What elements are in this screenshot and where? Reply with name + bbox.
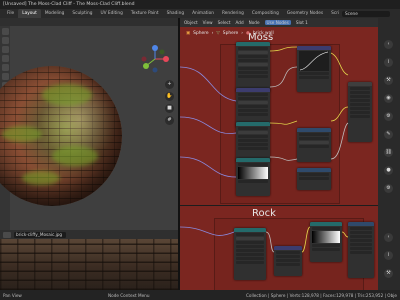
chevron-right-icon: › bbox=[241, 30, 244, 36]
scale-tool-button[interactable] bbox=[1, 64, 9, 71]
editor-type-icon[interactable] bbox=[3, 231, 11, 238]
status-bar: Pan View Node Context Menu Collection | … bbox=[0, 290, 400, 300]
menu-file[interactable]: File bbox=[3, 9, 18, 18]
breadcrumb-material[interactable]: brick wall bbox=[253, 31, 274, 36]
camera-icon[interactable]: ■ bbox=[165, 104, 174, 113]
menu-bar: File Layout Modeling Sculpting UV Editin… bbox=[0, 9, 400, 18]
status-stats: Collection | Sphere | Verts:128,978 | Fa… bbox=[245, 292, 397, 298]
zoom-icon[interactable]: + bbox=[165, 80, 174, 89]
window-title: [Unsaved] The Moss-Clad Cliff - The Moss… bbox=[3, 2, 135, 7]
bottom-sidebar-toggle-icon[interactable]: ‹ bbox=[384, 233, 393, 242]
node-select-menu[interactable]: Select bbox=[218, 20, 231, 25]
move-tool-button[interactable] bbox=[1, 46, 9, 53]
tab-modeling[interactable]: Modeling bbox=[41, 9, 69, 18]
tab-compositing[interactable]: Compositing bbox=[248, 9, 283, 18]
status-left: Pan View bbox=[3, 292, 22, 298]
frame-rock-label: Rock bbox=[252, 208, 276, 219]
options-tab-icon[interactable]: ⚙ bbox=[384, 112, 393, 121]
image-editor-canvas[interactable] bbox=[0, 239, 178, 290]
moss-patch bbox=[2, 126, 42, 142]
rotate-tool-button[interactable] bbox=[1, 55, 9, 62]
rgb-curves-node[interactable] bbox=[297, 46, 331, 92]
tab-uv-editing[interactable]: UV Editing bbox=[96, 9, 126, 18]
node-editor-header: Object View Select Add Node Use Nodes Sl… bbox=[180, 18, 378, 27]
node-object-menu[interactable]: Object bbox=[184, 20, 198, 25]
mix-node[interactable] bbox=[297, 128, 331, 162]
tool-tab-icon[interactable]: ⚒ bbox=[384, 76, 393, 85]
tab-sculpting[interactable]: Sculpting bbox=[68, 9, 96, 18]
node-editor-bottom[interactable]: Rock bbox=[180, 206, 378, 290]
transform-tool-button[interactable] bbox=[1, 73, 9, 80]
node-node-menu[interactable]: Node bbox=[249, 20, 260, 25]
settings-icon[interactable]: ⚙ bbox=[384, 184, 393, 193]
node-editor-top[interactable]: Moss bbox=[180, 18, 378, 205]
node-add-menu[interactable]: Add bbox=[236, 20, 244, 25]
chevron-right-icon: › bbox=[211, 30, 214, 36]
sidebar-toggle-icon[interactable]: ‹ bbox=[384, 40, 393, 49]
rock-mix-node[interactable] bbox=[348, 222, 374, 278]
rock-mapping-node[interactable] bbox=[274, 246, 302, 276]
item-tab-icon[interactable]: i bbox=[384, 58, 393, 67]
cursor-tool-button[interactable] bbox=[1, 37, 9, 44]
moss-patch bbox=[52, 146, 98, 166]
3d-viewport[interactable]: + ✋ ■ # bbox=[0, 18, 178, 230]
color-ramp-node[interactable] bbox=[236, 158, 270, 196]
bsdf-node[interactable] bbox=[348, 82, 372, 142]
rock-texture-node[interactable] bbox=[234, 228, 266, 280]
grid-icon[interactable]: # bbox=[165, 116, 174, 125]
hand-icon[interactable]: ✋ bbox=[165, 92, 174, 101]
tab-layout[interactable]: Layout bbox=[18, 9, 41, 18]
image-name-field[interactable]: brick-cliffy_Mosaic.jpg bbox=[14, 231, 66, 238]
title-bar: [Unsaved] The Moss-Clad Cliff - The Moss… bbox=[0, 0, 400, 9]
object-icon: ▣ bbox=[186, 30, 191, 36]
math-node[interactable] bbox=[297, 168, 331, 190]
material-slot-selector[interactable]: Slot 1 bbox=[296, 20, 308, 25]
moss-patch bbox=[22, 171, 60, 185]
node-wrangler-icon[interactable]: ✎ bbox=[384, 130, 393, 139]
bottom-item-tab-icon[interactable]: i bbox=[384, 251, 393, 260]
scene-selector[interactable]: Scene bbox=[342, 10, 390, 17]
tab-rendering[interactable]: Rendering bbox=[218, 9, 248, 18]
moss-brick-sphere bbox=[0, 66, 122, 206]
tab-texture-paint[interactable]: Texture Paint bbox=[127, 9, 163, 18]
link-icon[interactable]: ⛓ bbox=[384, 148, 393, 157]
status-middle: Node Context Menu bbox=[108, 292, 150, 298]
node-view-menu[interactable]: View bbox=[203, 20, 213, 25]
breadcrumb-object[interactable]: Sphere bbox=[193, 31, 208, 36]
material-preview-icon[interactable]: ● bbox=[384, 166, 393, 175]
tab-animation[interactable]: Animation bbox=[188, 9, 218, 18]
viewport-header bbox=[0, 18, 178, 26]
select-tool-button[interactable] bbox=[1, 28, 9, 35]
navigation-gizmo[interactable] bbox=[140, 44, 170, 74]
material-icon: ● bbox=[246, 30, 250, 36]
mesh-icon: ▽ bbox=[216, 30, 220, 36]
tab-geometry-nodes[interactable]: Geometry Nodes bbox=[283, 9, 327, 18]
moss-patch bbox=[42, 84, 92, 106]
noise-texture-node[interactable] bbox=[236, 122, 270, 162]
bottom-tool-tab-icon[interactable]: ⚒ bbox=[384, 269, 393, 278]
rock-ramp-node[interactable] bbox=[310, 222, 342, 262]
node-editor-sidebar: ‹ i ⚒ ◉ ⚙ ✎ ⛓ ● ⚙ ‹ i ⚒ bbox=[378, 18, 400, 290]
image-editor-header: brick-cliffy_Mosaic.jpg bbox=[0, 230, 178, 239]
texture-node[interactable] bbox=[236, 42, 270, 92]
breadcrumb-mesh[interactable]: Sphere bbox=[223, 31, 238, 36]
view-tab-icon[interactable]: ◉ bbox=[384, 94, 393, 103]
tab-scripting[interactable]: Scri bbox=[327, 9, 343, 18]
tab-shading[interactable]: Shading bbox=[163, 9, 188, 18]
breadcrumb: ▣ Sphere › ▽ Sphere › ● brick wall bbox=[186, 29, 274, 37]
use-nodes-checkbox[interactable]: Use Nodes bbox=[264, 20, 291, 25]
